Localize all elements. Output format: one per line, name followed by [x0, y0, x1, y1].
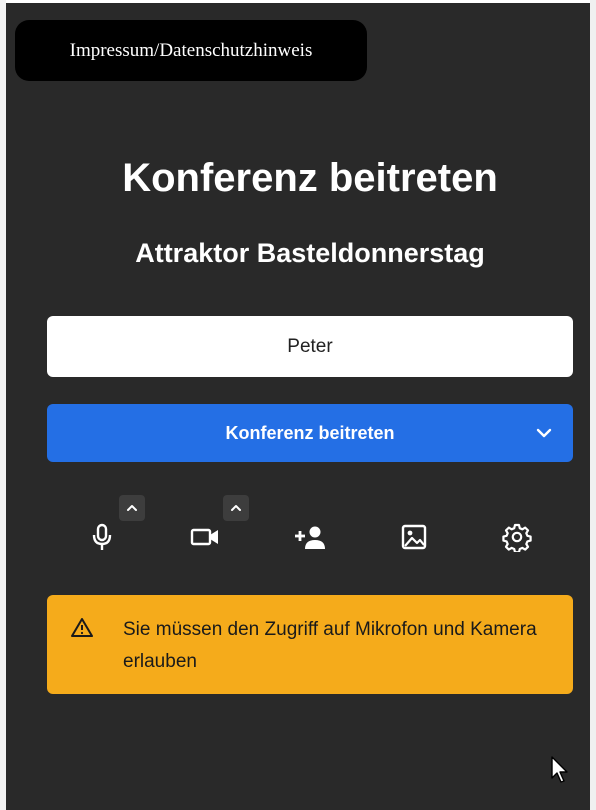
camera-button[interactable] — [185, 517, 225, 557]
camera-icon — [190, 528, 218, 546]
camera-options-button[interactable] — [223, 495, 249, 521]
warning-icon — [71, 618, 93, 637]
impressum-link[interactable]: Impressum/Datenschutzhinweis — [15, 20, 367, 81]
microphone-options-button[interactable] — [119, 495, 145, 521]
warning-message: Sie müssen den Zugriff auf Mikrofon und … — [123, 619, 537, 672]
page-title: Konferenz beitreten — [122, 156, 498, 200]
invite-button[interactable] — [290, 517, 330, 557]
settings-button[interactable] — [497, 517, 537, 557]
join-conference-label: Konferenz beitreten — [225, 422, 395, 443]
chevron-down-icon[interactable] — [535, 424, 553, 442]
gear-icon — [502, 523, 532, 552]
join-conference-button[interactable]: Konferenz beitreten — [47, 404, 573, 462]
display-name-input[interactable] — [47, 316, 573, 377]
chevron-up-icon — [231, 505, 241, 511]
impressum-label: Impressum/Datenschutzhinweis — [69, 39, 313, 61]
window-right-edge — [590, 0, 596, 810]
room-name: Attraktor Basteldonnerstag — [135, 238, 485, 268]
background-button[interactable] — [394, 517, 434, 557]
permission-warning: Sie müssen den Zugriff auf Mikrofon und … — [47, 595, 573, 694]
add-person-icon — [295, 526, 325, 549]
mouse-cursor-icon — [551, 756, 568, 783]
microphone-icon — [92, 523, 112, 550]
image-icon — [401, 524, 427, 550]
microphone-button[interactable] — [82, 517, 122, 557]
chevron-up-icon — [127, 505, 137, 511]
